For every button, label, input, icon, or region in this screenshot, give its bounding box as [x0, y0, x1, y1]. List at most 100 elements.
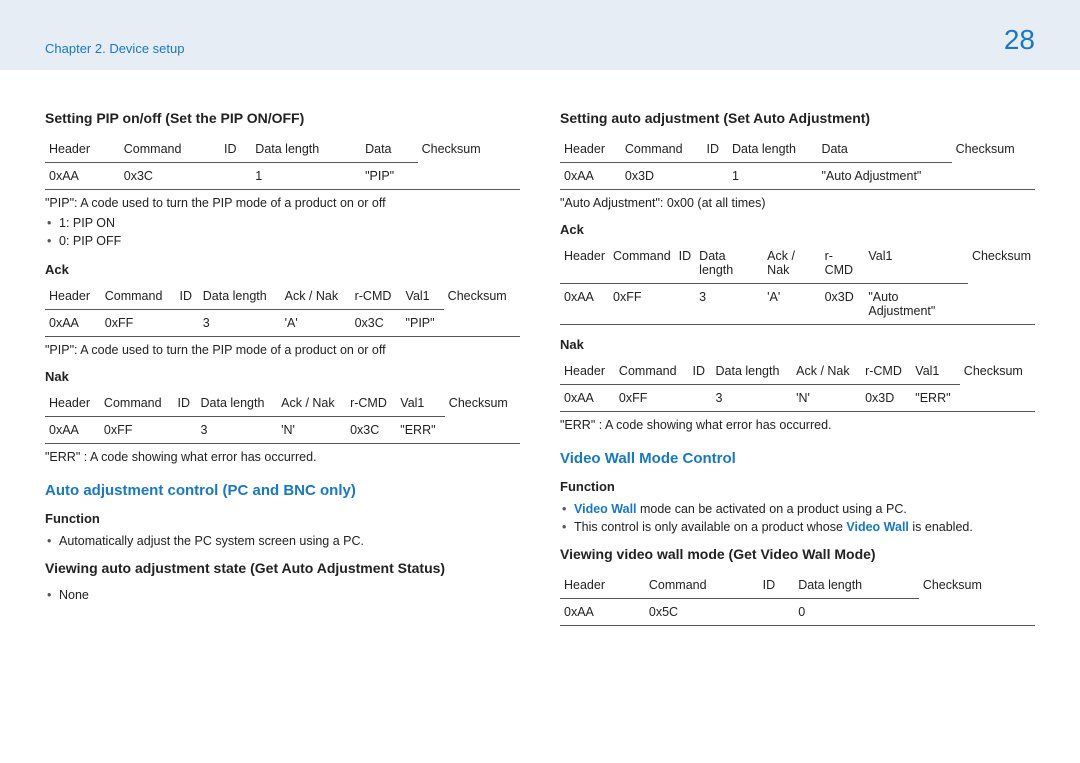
th: Val1: [396, 390, 445, 417]
td: 0x3D: [821, 284, 865, 325]
table-auto-set: Header Command ID Data length Data Check…: [560, 136, 1035, 190]
term-video-wall: Video Wall: [846, 520, 909, 534]
th: r-CMD: [821, 243, 865, 284]
heading-pip-set: Setting PIP on/off (Set the PIP ON/OFF): [45, 110, 520, 126]
page-body: Setting PIP on/off (Set the PIP ON/OFF) …: [0, 70, 1080, 672]
th: Data: [361, 136, 418, 163]
th: Checksum: [444, 283, 520, 310]
td: "Auto Adjustment": [864, 284, 968, 325]
td: 3: [695, 284, 763, 325]
td: 0x3C: [120, 163, 220, 190]
td: [703, 163, 728, 190]
td: 0xAA: [560, 163, 621, 190]
list-item: None: [45, 586, 520, 604]
th: Command: [615, 358, 689, 385]
th: Ack / Nak: [792, 358, 861, 385]
th: Checksum: [919, 572, 1035, 599]
heading-function: Function: [45, 511, 520, 526]
th: ID: [759, 572, 795, 599]
td: 0xFF: [100, 417, 174, 444]
list-none: None: [45, 586, 520, 604]
td: "ERR": [396, 417, 445, 444]
th: Header: [560, 136, 621, 163]
right-column: Setting auto adjustment (Set Auto Adjust…: [560, 100, 1035, 632]
heading-ack: Ack: [560, 222, 1035, 237]
th: Data length: [199, 283, 281, 310]
td: [418, 163, 520, 190]
heading-auto-set: Setting auto adjustment (Set Auto Adjust…: [560, 110, 1035, 126]
left-column: Setting PIP on/off (Set the PIP ON/OFF) …: [45, 100, 520, 632]
table-pip-set: Header Command ID Data length Data Check…: [45, 136, 520, 190]
td: 0xAA: [45, 310, 101, 337]
th: r-CMD: [861, 358, 911, 385]
th: Checksum: [968, 243, 1035, 284]
td: [919, 599, 1035, 626]
note-pip: "PIP": A code used to turn the PIP mode …: [45, 196, 520, 210]
th: Ack / Nak: [281, 283, 351, 310]
heading-function: Function: [560, 479, 1035, 494]
td: 0xFF: [101, 310, 176, 337]
table-vw-get: Header Command ID Data length Checksum 0…: [560, 572, 1035, 626]
td: 3: [197, 417, 278, 444]
th: Checksum: [418, 136, 520, 163]
td: "PIP": [402, 310, 444, 337]
th: Command: [101, 283, 176, 310]
td: 0x3C: [351, 310, 402, 337]
th: Data length: [251, 136, 361, 163]
th: Header: [560, 358, 615, 385]
list-vw-function: Video Wall mode can be activated on a pr…: [560, 500, 1035, 536]
note-pip-ack: "PIP": A code used to turn the PIP mode …: [45, 343, 520, 357]
td: "Auto Adjustment": [817, 163, 951, 190]
th: Header: [560, 243, 609, 284]
th: ID: [175, 283, 198, 310]
th: Header: [560, 572, 645, 599]
td: [175, 310, 198, 337]
th: ID: [703, 136, 728, 163]
td: 0x3D: [861, 385, 911, 412]
td: [675, 284, 696, 325]
td: [689, 385, 712, 412]
td: 0xFF: [609, 284, 675, 325]
td: 0x3D: [621, 163, 703, 190]
td: 0xAA: [45, 163, 120, 190]
th: Header: [45, 283, 101, 310]
th: Data length: [794, 572, 919, 599]
th: Data length: [728, 136, 817, 163]
th: Val1: [864, 243, 968, 284]
term-video-wall: Video Wall: [574, 502, 637, 516]
td: [952, 163, 1035, 190]
td: [444, 310, 520, 337]
td: 0x5C: [645, 599, 759, 626]
heading-view-auto: Viewing auto adjustment state (Get Auto …: [45, 560, 520, 576]
note-auto: "Auto Adjustment": 0x00 (at all times): [560, 196, 1035, 210]
heading-view-vw: Viewing video wall mode (Get Video Wall …: [560, 546, 1035, 562]
heading-nak: Nak: [560, 337, 1035, 352]
heading-nak: Nak: [45, 369, 520, 384]
text: is enabled.: [909, 520, 973, 534]
heading-auto-adjust: Auto adjustment control (PC and BNC only…: [45, 482, 520, 499]
th: ID: [174, 390, 197, 417]
td: "PIP": [361, 163, 418, 190]
td: 'N': [792, 385, 861, 412]
list-item: 0: PIP OFF: [45, 232, 520, 250]
td: [445, 417, 520, 444]
td: 1: [728, 163, 817, 190]
th: Val1: [402, 283, 444, 310]
th: r-CMD: [351, 283, 402, 310]
table-pip-ack: Header Command ID Data length Ack / Nak …: [45, 283, 520, 337]
th: Command: [621, 136, 703, 163]
th: Data length: [197, 390, 278, 417]
td: 3: [199, 310, 281, 337]
td: [220, 163, 251, 190]
th: Ack / Nak: [763, 243, 820, 284]
td: "ERR": [911, 385, 960, 412]
table-pip-nak: Header Command ID Data length Ack / Nak …: [45, 390, 520, 444]
td: 0x3C: [346, 417, 396, 444]
th: ID: [689, 358, 712, 385]
th: Checksum: [952, 136, 1035, 163]
td: 0xAA: [560, 385, 615, 412]
table-auto-nak: Header Command ID Data length Ack / Nak …: [560, 358, 1035, 412]
chapter-title: Chapter 2. Device setup: [45, 41, 184, 56]
th: Command: [120, 136, 220, 163]
list-function: Automatically adjust the PC system scree…: [45, 532, 520, 550]
